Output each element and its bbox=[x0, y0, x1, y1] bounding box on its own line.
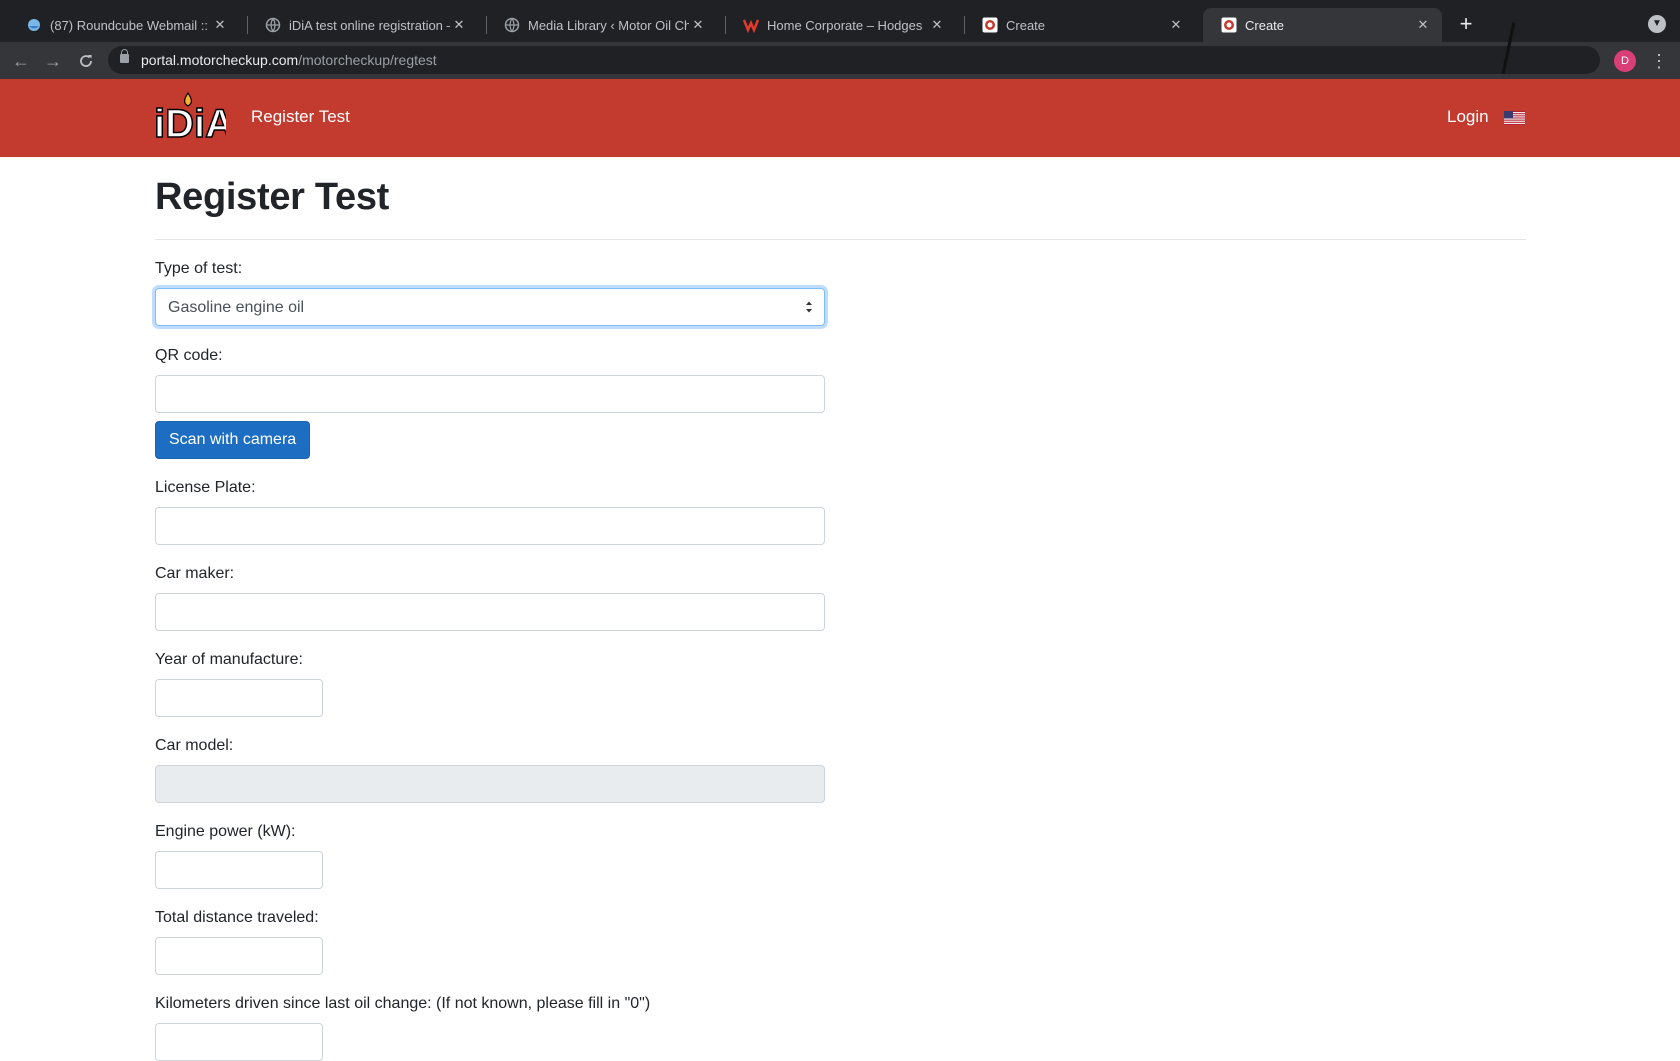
svg-text:iDiA: iDiA bbox=[154, 102, 226, 143]
qr-code-input[interactable] bbox=[155, 375, 825, 413]
site-header: iDiA Register Test Login bbox=[0, 79, 1680, 157]
car-maker-input[interactable] bbox=[155, 593, 825, 631]
close-tab-icon[interactable]: ✕ bbox=[211, 17, 229, 33]
year-of-manufacture-input[interactable] bbox=[155, 679, 323, 717]
close-tab-icon[interactable]: ✕ bbox=[1167, 17, 1185, 33]
select-arrows-icon bbox=[806, 301, 812, 313]
total-distance-input[interactable] bbox=[155, 937, 323, 975]
idia-icon bbox=[1221, 17, 1237, 33]
km-since-oil-change-label: Kilometers driven since last oil change:… bbox=[155, 995, 651, 1012]
globe-icon bbox=[265, 17, 281, 33]
profile-avatar[interactable]: D bbox=[1614, 50, 1636, 72]
tab-title: Media Library ‹ Motor Oil Chec bbox=[528, 17, 689, 33]
type-of-test-label: Type of test: bbox=[155, 260, 243, 277]
qr-code-label: QR code: bbox=[155, 347, 223, 364]
url-host: portal.motorcheckup.com bbox=[141, 52, 299, 68]
browser-tab-roundcube[interactable]: (87) Roundcube Webmail :: Пр ✕ bbox=[8, 8, 239, 42]
idia-logo[interactable]: iDiA bbox=[153, 91, 235, 147]
hodges-icon bbox=[743, 17, 759, 33]
back-arrow-icon[interactable]: ← bbox=[10, 50, 32, 72]
browser-tab-create[interactable]: Create ✕ bbox=[964, 8, 1195, 42]
roundcube-icon bbox=[26, 17, 42, 33]
engine-power-input[interactable] bbox=[155, 851, 323, 889]
close-tab-icon[interactable]: ✕ bbox=[1414, 17, 1432, 33]
idia-icon bbox=[982, 17, 998, 33]
new-tab-icon[interactable]: + bbox=[1456, 12, 1476, 36]
car-model-label: Car model: bbox=[155, 737, 234, 754]
browser-toolbar: ← → portal.motorcheckup.com/motorcheckup… bbox=[0, 42, 1680, 79]
car-maker-label: Car maker: bbox=[155, 565, 235, 582]
lock-icon bbox=[120, 49, 129, 63]
tab-title: (87) Roundcube Webmail :: Пр bbox=[50, 17, 211, 33]
nav-register-test[interactable]: Register Test bbox=[251, 107, 350, 127]
browser-tab-idia-registration[interactable]: iDiA test online registration – M ✕ bbox=[247, 8, 478, 42]
year-of-manufacture-label: Year of manufacture: bbox=[155, 651, 303, 668]
license-plate-label: License Plate: bbox=[155, 479, 256, 496]
scan-with-camera-button[interactable]: Scan with camera bbox=[155, 421, 311, 459]
type-of-test-value: Gasoline engine oil bbox=[168, 299, 305, 316]
url-path: /motorcheckup/regtest bbox=[298, 52, 437, 68]
reload-icon[interactable] bbox=[75, 50, 97, 72]
address-bar[interactable]: portal.motorcheckup.com/motorcheckup/reg… bbox=[108, 46, 1600, 74]
browser-tab-strip: (87) Roundcube Webmail :: Пр ✕ iDiA test… bbox=[0, 0, 1680, 42]
close-tab-icon[interactable]: ✕ bbox=[928, 17, 946, 33]
engine-power-label: Engine power (kW): bbox=[155, 823, 296, 840]
tab-search-chevron-icon[interactable]: ▼ bbox=[1648, 15, 1666, 33]
close-tab-icon[interactable]: ✕ bbox=[689, 17, 707, 33]
browser-menu-icon[interactable]: ⋮ bbox=[1650, 50, 1668, 72]
globe-icon bbox=[504, 17, 520, 33]
tab-title: Home Corporate – Hodges bbox=[767, 17, 923, 33]
us-flag-icon[interactable] bbox=[1504, 111, 1525, 125]
car-model-input bbox=[155, 765, 825, 803]
tab-title: iDiA test online registration – M bbox=[289, 17, 450, 33]
page-title: Register Test bbox=[155, 176, 390, 218]
title-divider bbox=[155, 239, 1526, 240]
license-plate-input[interactable] bbox=[155, 507, 825, 545]
main-content: Register Test Type of test: Gasoline eng… bbox=[155, 157, 1526, 1061]
browser-tab-hodges[interactable]: Home Corporate – Hodges ✕ bbox=[725, 8, 956, 42]
total-distance-label: Total distance traveled: bbox=[155, 909, 319, 926]
km-since-oil-change-input[interactable] bbox=[155, 1023, 323, 1061]
forward-arrow-icon[interactable]: → bbox=[42, 50, 64, 72]
browser-tab-media-library[interactable]: Media Library ‹ Motor Oil Chec ✕ bbox=[486, 8, 717, 42]
type-of-test-select[interactable]: Gasoline engine oil bbox=[155, 288, 825, 326]
tab-title: Create bbox=[1006, 17, 1046, 33]
close-tab-icon[interactable]: ✕ bbox=[450, 17, 468, 33]
address-url: portal.motorcheckup.com/motorcheckup/reg… bbox=[141, 52, 437, 68]
browser-tab-create-active[interactable]: Create ✕ bbox=[1203, 8, 1442, 42]
tab-title: Create bbox=[1245, 17, 1285, 33]
login-link[interactable]: Login bbox=[1447, 107, 1489, 127]
